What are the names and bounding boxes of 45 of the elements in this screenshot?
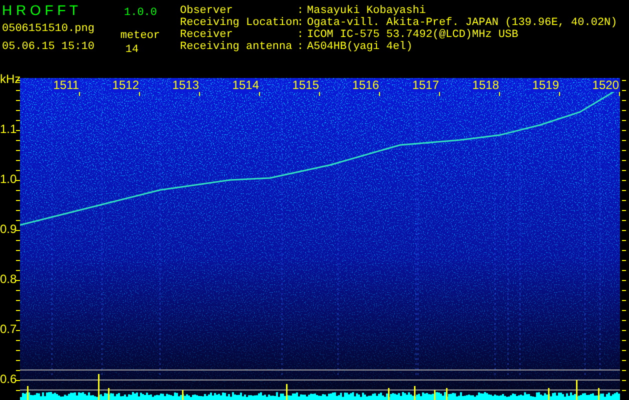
time-tick bbox=[439, 92, 440, 96]
time-label: 1515 bbox=[291, 79, 320, 92]
info-label: Observer bbox=[180, 5, 234, 17]
info-label: Receiving Location bbox=[180, 17, 297, 29]
time-tick bbox=[499, 92, 500, 96]
time-label: 1520 bbox=[591, 79, 620, 92]
time-label: 1512 bbox=[111, 79, 140, 92]
time-label: 1516 bbox=[351, 79, 380, 92]
meteor-count: 14 bbox=[125, 44, 139, 56]
time-tick bbox=[79, 92, 80, 96]
meteor-label: meteor bbox=[120, 30, 160, 42]
time-tick bbox=[139, 92, 140, 96]
time-tick bbox=[199, 92, 200, 96]
time-label: 1519 bbox=[531, 79, 560, 92]
info-label: Receiver bbox=[180, 29, 234, 41]
info-value: Ogata-vill. Akita-Pref. JAPAN (139.96E, 40.02N) bbox=[307, 17, 618, 29]
axis-unit: kHz bbox=[0, 72, 21, 86]
info-label: Receiving antenna bbox=[180, 41, 294, 53]
time-tick bbox=[319, 92, 320, 96]
time-tick bbox=[259, 92, 260, 96]
axis-label: 0.8 bbox=[0, 272, 17, 286]
axis-label: 1.0 bbox=[0, 172, 17, 186]
time-tick bbox=[379, 92, 380, 96]
time-label: 1514 bbox=[231, 79, 260, 92]
info-separator: : bbox=[297, 29, 305, 41]
axis-label: 1.1 bbox=[0, 122, 17, 136]
time-label: 1513 bbox=[171, 79, 200, 92]
app-version: 1.0.0 bbox=[124, 7, 158, 19]
axis-label: 0.7 bbox=[0, 322, 17, 336]
info-value: Masayuki Kobayashi bbox=[307, 5, 427, 17]
date-time: 05.06.15 15:10 bbox=[2, 41, 94, 53]
info-value: ICOM IC-575 53.7492(@LCD)MHz USB bbox=[307, 29, 520, 41]
time-label: 1518 bbox=[471, 79, 500, 92]
axis-label: 0.6 bbox=[0, 372, 17, 386]
info-separator: : bbox=[297, 5, 305, 17]
time-label: 1517 bbox=[411, 79, 440, 92]
app-name: H R O F F T bbox=[2, 2, 79, 18]
time-tick bbox=[619, 92, 620, 96]
axis-label: 0.9 bbox=[0, 222, 17, 236]
time-label: 1511 bbox=[52, 79, 80, 92]
info-separator: : bbox=[297, 17, 305, 29]
info-value: A504HB(yagi 4el) bbox=[307, 41, 414, 53]
info-separator: : bbox=[297, 41, 305, 53]
file-name: 0506151510.png bbox=[2, 23, 94, 35]
time-tick bbox=[559, 92, 560, 96]
